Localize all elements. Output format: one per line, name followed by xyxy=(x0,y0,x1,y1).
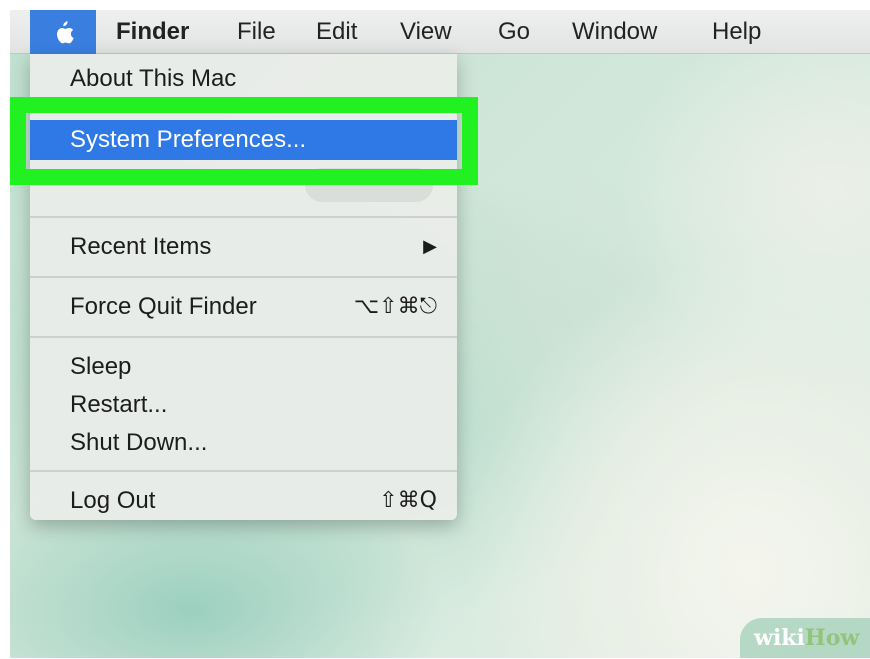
menu-item-force-quit[interactable]: Force Quit Finder ⌥⇧⌘⎋ xyxy=(30,288,457,326)
menu-finder[interactable]: Finder xyxy=(116,10,189,54)
apple-menu-button[interactable] xyxy=(30,10,96,54)
menu-separator xyxy=(30,276,457,278)
watermark-how: How xyxy=(804,625,860,651)
menu-item-shut-down[interactable]: Shut Down... xyxy=(30,424,457,462)
menu-go[interactable]: Go xyxy=(498,10,530,54)
wikihow-watermark: wikiHow xyxy=(740,618,870,658)
menu-separator xyxy=(30,470,457,472)
menu-window[interactable]: Window xyxy=(572,10,657,54)
menu-item-log-out[interactable]: Log Out ⇧⌘Q xyxy=(30,482,457,520)
desktop: Finder File Edit View Go Window Help Abo… xyxy=(10,10,870,658)
apple-logo-icon xyxy=(57,21,74,44)
log-out-shortcut: ⇧⌘Q xyxy=(379,488,437,513)
menu-item-recent-items[interactable]: Recent Items ▶ xyxy=(30,228,457,266)
menu-view[interactable]: View xyxy=(400,10,452,54)
menu-help[interactable]: Help xyxy=(712,10,761,54)
force-quit-shortcut: ⌥⇧⌘⎋ xyxy=(353,294,437,319)
menu-separator xyxy=(30,216,457,218)
menu-file[interactable]: File xyxy=(237,10,276,54)
menu-item-about-this-mac[interactable]: About This Mac xyxy=(30,60,457,98)
menu-item-sleep[interactable]: Sleep xyxy=(30,348,457,386)
tutorial-highlight-box xyxy=(10,97,478,185)
menu-item-label: Shut Down... xyxy=(70,429,208,456)
menu-item-label: About This Mac xyxy=(70,65,237,92)
menu-edit[interactable]: Edit xyxy=(316,10,357,54)
submenu-arrow-icon: ▶ xyxy=(423,236,437,257)
menu-item-label: Sleep xyxy=(70,353,132,380)
menu-item-label: Force Quit Finder xyxy=(70,293,257,320)
menu-item-label: Restart... xyxy=(70,391,168,418)
watermark-wiki: wiki xyxy=(754,625,805,651)
menu-item-label: Log Out xyxy=(70,487,156,514)
menu-item-restart[interactable]: Restart... xyxy=(30,386,457,424)
menu-item-label: Recent Items xyxy=(70,233,212,260)
menu-bar: Finder File Edit View Go Window Help xyxy=(10,10,870,54)
menu-separator xyxy=(30,336,457,338)
